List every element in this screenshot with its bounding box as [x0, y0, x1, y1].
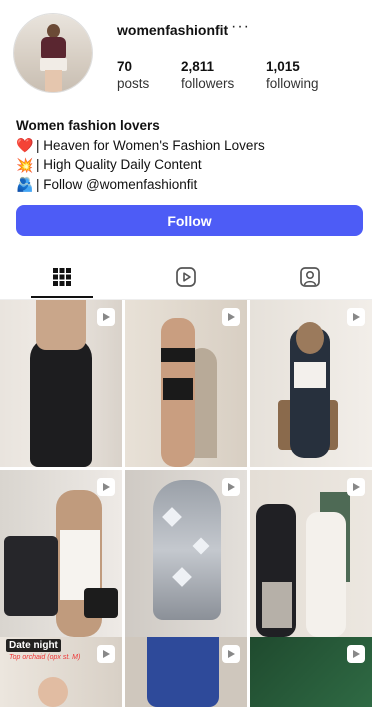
- tile-5-garment: [153, 480, 221, 620]
- tile-1-torso: [36, 300, 86, 350]
- tab-posts-grid[interactable]: [0, 255, 124, 299]
- tile-1-figure: [30, 338, 92, 467]
- tile-4-jacket: [4, 536, 58, 616]
- post-tile-3[interactable]: [250, 300, 372, 467]
- tile-6-figure-right: [306, 512, 346, 637]
- following-count[interactable]: 1,015 following: [266, 58, 319, 92]
- post-tile-2[interactable]: [125, 300, 247, 467]
- posts-label: posts: [117, 76, 150, 91]
- tab-tagged[interactable]: [248, 255, 372, 299]
- reel-badge-icon: [347, 308, 365, 326]
- more-options-icon[interactable]: ···: [231, 18, 250, 36]
- tile-8-top: [147, 637, 219, 707]
- reel-badge-icon: [222, 645, 240, 663]
- reel-badge-icon: [97, 645, 115, 663]
- bio-name: Women fashion lovers: [16, 118, 160, 133]
- tile-3-shirt: [294, 362, 326, 388]
- tile-6-pants: [262, 582, 292, 628]
- tile-2-bikini-top: [161, 348, 195, 362]
- reel-badge-icon: [347, 478, 365, 496]
- reel-badge-icon: [222, 308, 240, 326]
- bio-line-1-text: | Heaven for Women's Fashion Lovers: [36, 137, 265, 153]
- followers-number: 2,811: [181, 59, 215, 74]
- post-subcaption: Top orchaid (opx st. M): [9, 654, 81, 661]
- profile-username: womenfashionfit: [117, 22, 229, 38]
- post-tile-9[interactable]: [250, 637, 372, 707]
- posts-number: 70: [117, 59, 133, 74]
- bio-line-2-text: | High Quality Daily Content: [36, 157, 202, 172]
- post-tile-4[interactable]: [0, 470, 122, 637]
- profile-avatar[interactable]: [14, 14, 92, 92]
- tab-reels[interactable]: [124, 255, 248, 299]
- bio-line-1: ❤️ | Heaven for Women's Fashion Lovers: [16, 136, 361, 156]
- reels-icon: [176, 267, 196, 287]
- reel-badge-icon: [347, 645, 365, 663]
- tile-4-boots: [84, 588, 118, 618]
- bio-line-3: 🫂 | Follow @womenfashionfit: [16, 175, 361, 195]
- tile-7-face: [38, 677, 68, 707]
- post-tile-7[interactable]: Date night Top orchaid (opx st. M): [0, 637, 122, 707]
- avatar-figure-head: [47, 24, 60, 38]
- followers-count[interactable]: 2,811 followers: [181, 58, 234, 92]
- profile-bio: Women fashion lovers ❤️ | Heaven for Wom…: [16, 116, 361, 194]
- post-tile-8[interactable]: [125, 637, 247, 707]
- active-tab-indicator: [31, 296, 93, 298]
- tagged-user-icon: [300, 267, 320, 287]
- reel-badge-icon: [222, 478, 240, 496]
- tile-3-hair: [296, 322, 324, 354]
- reel-badge-icon: [97, 478, 115, 496]
- following-label: following: [266, 76, 319, 91]
- follow-button[interactable]: Follow: [16, 205, 363, 236]
- heart-icon: ❤️: [16, 137, 34, 154]
- post-tile-1[interactable]: [0, 300, 122, 467]
- tile-2-bikini-bottom: [163, 378, 193, 400]
- post-tile-5[interactable]: [125, 470, 247, 637]
- profile-header: womenfashionfit ··· 70 posts 2,811 follo…: [0, 0, 372, 110]
- avatar-figure-legs: [45, 70, 62, 92]
- followers-label: followers: [181, 76, 235, 91]
- bio-line-2: 💥 | High Quality Daily Content: [16, 155, 361, 175]
- sparkle-icon: 💥: [16, 156, 34, 173]
- post-caption: Date night: [6, 639, 61, 652]
- reel-badge-icon: [97, 308, 115, 326]
- following-number: 1,015: [266, 59, 300, 74]
- grid-icon: [53, 268, 71, 286]
- post-tile-6[interactable]: [250, 470, 372, 637]
- people-hugging-icon: 🫂: [16, 176, 34, 193]
- posts-count: 70 posts: [117, 58, 149, 92]
- bio-line-3-text: | Follow @womenfashionfit: [36, 176, 198, 192]
- profile-tabs: [0, 255, 372, 300]
- avatar-figure-top: [41, 37, 66, 59]
